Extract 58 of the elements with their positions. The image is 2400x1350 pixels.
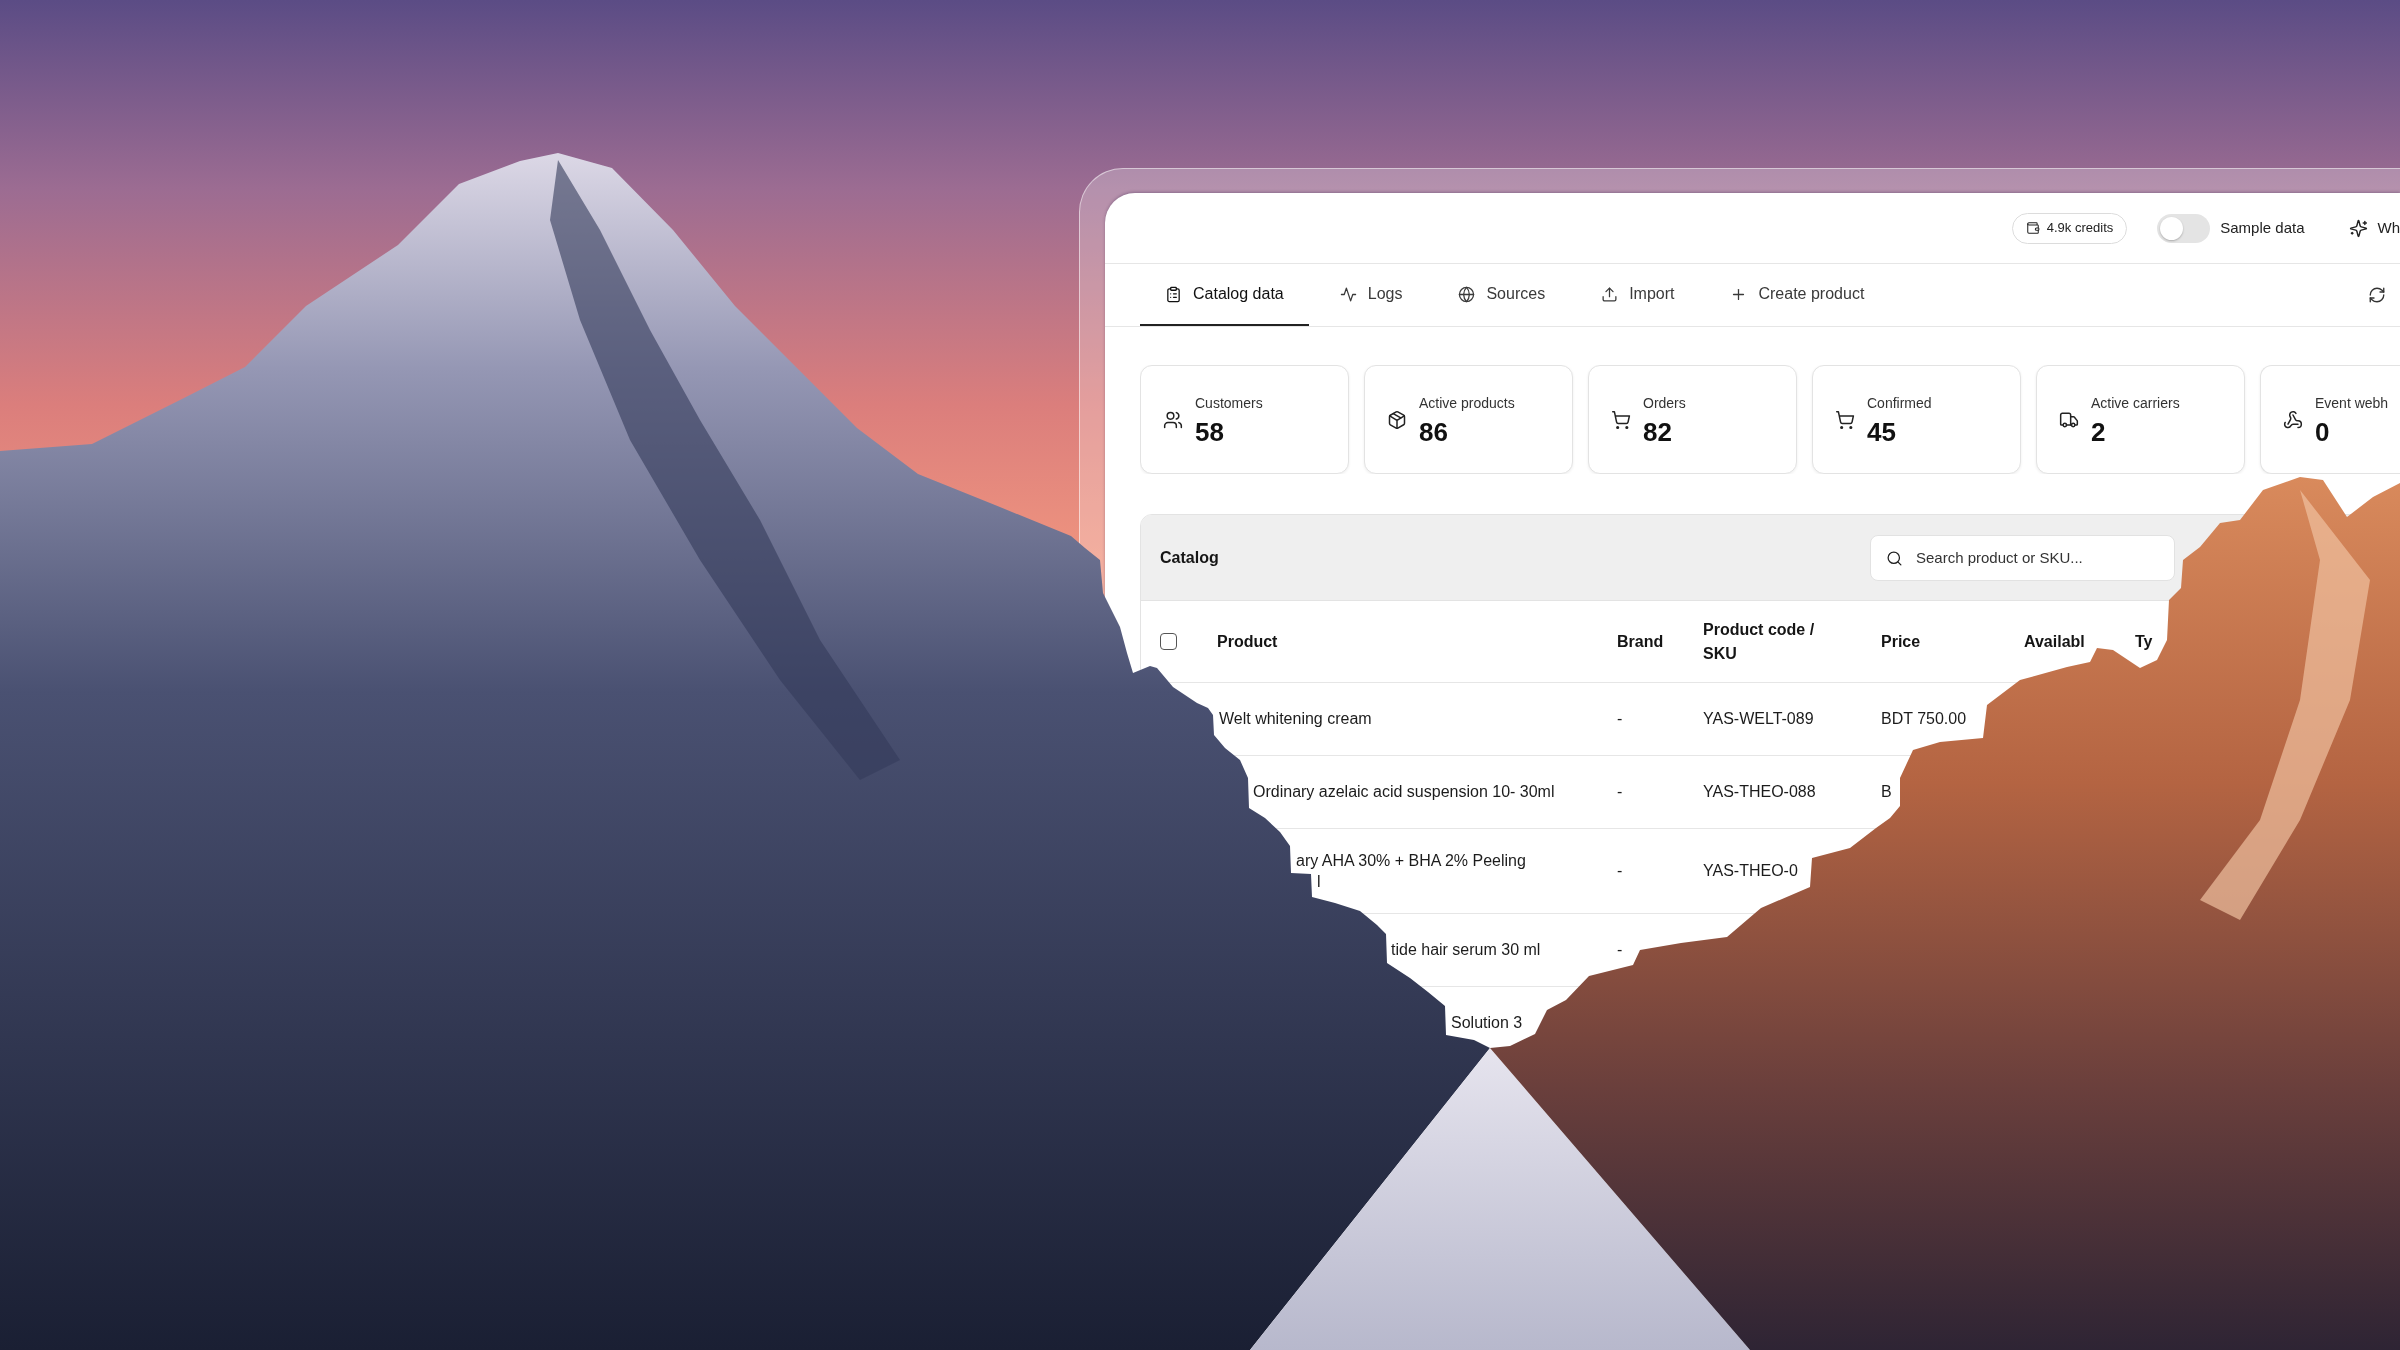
stat-label: Orders bbox=[1643, 393, 1686, 413]
stat-value: 58 bbox=[1195, 416, 1225, 447]
column-header: Availabl bbox=[2024, 631, 2085, 652]
stat-label: Customers bbox=[1195, 393, 1263, 413]
product-name: Solution 3 bbox=[1451, 1013, 1523, 1033]
panel-title: Catalog bbox=[1160, 547, 1219, 568]
brand-name: - bbox=[1617, 710, 1623, 727]
stat-value: 2 bbox=[2091, 416, 2107, 447]
column-header: Product code / SKU bbox=[1703, 619, 1816, 664]
column-header: Brand bbox=[1617, 631, 1664, 652]
sku-code: YAS-THEO-088 bbox=[1703, 783, 1816, 800]
cart-icon bbox=[1835, 409, 1855, 430]
brand-name: - bbox=[1617, 862, 1623, 879]
product-name: l bbox=[1317, 872, 1321, 892]
tab[interactable]: Import bbox=[1576, 264, 1700, 326]
webhook-icon bbox=[2283, 409, 2303, 430]
price-text: BDT 750.00 bbox=[1881, 710, 1967, 727]
globe-icon bbox=[1458, 285, 1476, 303]
sku-code: YAS-WELT-089 bbox=[1703, 710, 1814, 727]
product-name: ary AHA 30% + BHA 2% Peeling bbox=[1296, 851, 1526, 871]
header-button[interactable]: Wh bbox=[2348, 216, 2400, 240]
stat-value: 86 bbox=[1419, 416, 1449, 447]
upload-icon bbox=[1601, 285, 1619, 303]
product-name: Welt whitening cream bbox=[1219, 709, 1372, 729]
stat-value: 45 bbox=[1867, 416, 1897, 447]
sku-code: YAS-THEO-0 bbox=[1703, 862, 1798, 879]
tab[interactable]: Sources bbox=[1433, 264, 1571, 326]
brand-name: - bbox=[1617, 783, 1623, 800]
pulse-icon bbox=[1339, 285, 1357, 303]
credits-button[interactable]: 4.9k credits bbox=[2011, 212, 2128, 244]
tab[interactable]: Logs bbox=[1314, 264, 1428, 326]
users-icon bbox=[1163, 409, 1183, 430]
checkbox[interactable] bbox=[1160, 633, 1177, 650]
tab[interactable]: Catalog data bbox=[1140, 264, 1309, 326]
sparkles-icon bbox=[2348, 218, 2368, 238]
brand-name: - bbox=[1617, 941, 1623, 958]
cart-icon bbox=[1611, 409, 1631, 430]
stat-label: Active products bbox=[1419, 393, 1515, 413]
wallet-icon bbox=[2025, 221, 2040, 235]
product-name: Ordinary azelaic acid suspension 10- 30ml bbox=[1253, 782, 1555, 802]
stat-value: 82 bbox=[1643, 416, 1673, 447]
stat-label: Active carriers bbox=[2091, 393, 2180, 413]
product-name: tide hair serum 30 ml bbox=[1391, 940, 1541, 960]
search-field[interactable]: Search product or SKU... bbox=[1870, 534, 2175, 581]
column-header: Price bbox=[1881, 631, 1921, 652]
price-text: B bbox=[1881, 783, 1892, 800]
column-header: Product bbox=[1217, 631, 1278, 652]
toggle-label: Sample data bbox=[2220, 217, 2305, 238]
stat-label: Confirmed bbox=[1867, 393, 1932, 413]
refresh-icon bbox=[2368, 286, 2386, 304]
stat-label: Event webh bbox=[2315, 393, 2389, 413]
clipboard-icon bbox=[1165, 285, 1182, 303]
toggle-switch[interactable] bbox=[2157, 213, 2211, 243]
column-header: Ty bbox=[2135, 631, 2153, 652]
stat-value: 0 bbox=[2315, 416, 2331, 447]
search-icon bbox=[1886, 549, 1903, 567]
tab[interactable]: Create product bbox=[1705, 264, 1890, 326]
box-icon bbox=[1387, 409, 1407, 430]
